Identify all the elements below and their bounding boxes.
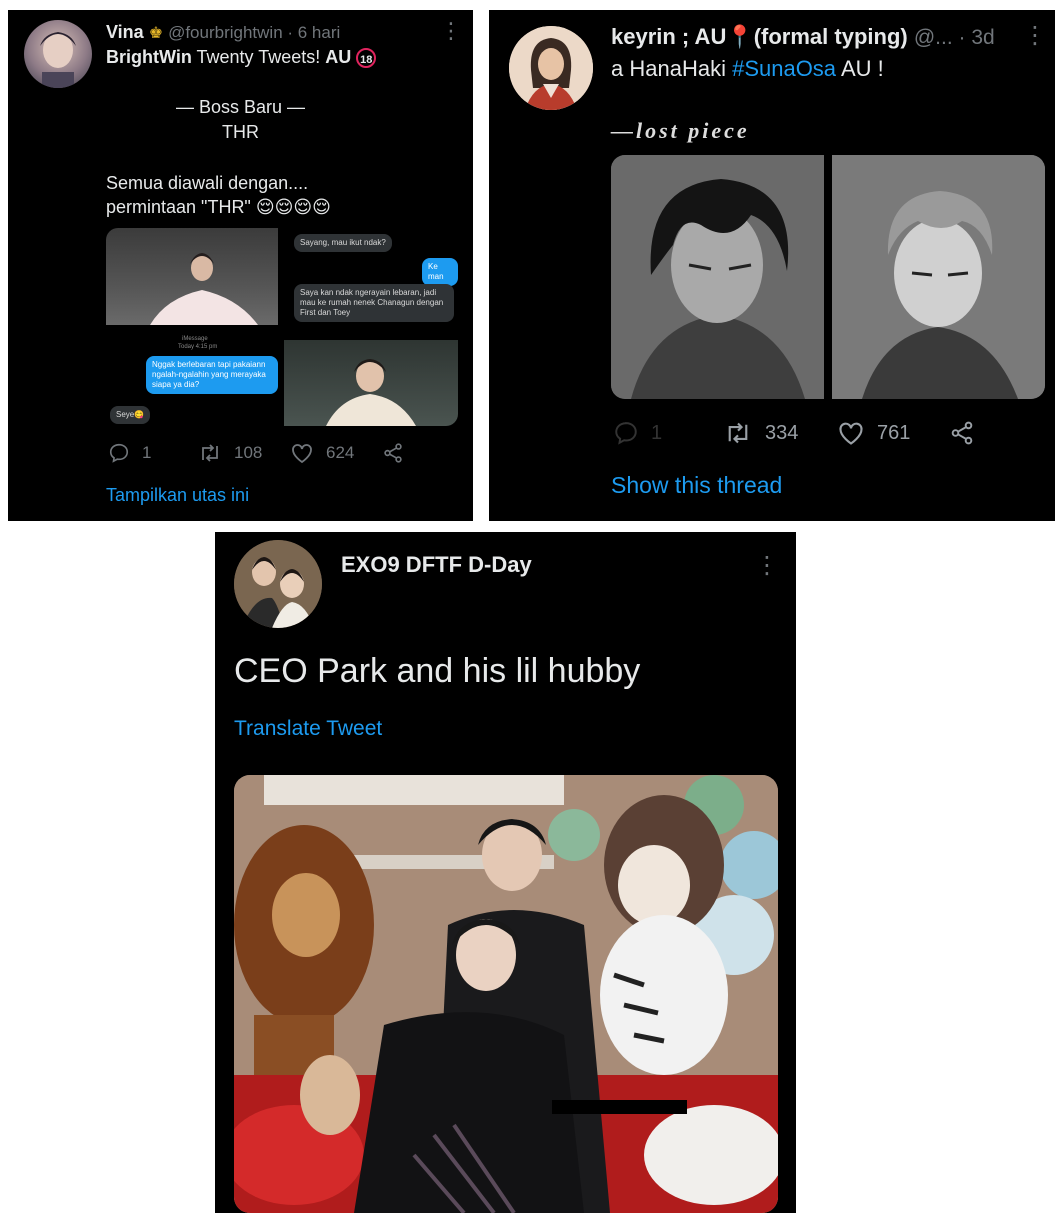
reply-icon [109, 443, 129, 463]
title-au: AU [325, 47, 352, 67]
body-line-2: THR [222, 122, 259, 142]
show-thread-link[interactable]: Show this thread [611, 472, 782, 499]
show-thread-link[interactable]: Tampilkan utas ini [106, 485, 249, 506]
body-line-4: permintaan "THR" 😌😌😌😌 [106, 197, 331, 217]
hashtag-link[interactable]: #SunaOsa [732, 56, 836, 81]
media-photo-1 [106, 228, 278, 325]
tweet-media[interactable] [611, 155, 1045, 399]
retweet-button[interactable]: 108 [198, 442, 262, 464]
avatar-illustration [509, 26, 593, 110]
anime-character-1 [611, 155, 824, 399]
like-button[interactable]: 761 [837, 420, 910, 446]
user-name[interactable]: keyrin ; AU📍(formal typing) [611, 24, 908, 49]
more-options-icon[interactable]: ⋮ [440, 20, 462, 42]
retweet-count: 334 [765, 421, 799, 444]
imessage-label: iMessage [182, 336, 208, 342]
handle-time: @... · 3d [913, 26, 995, 49]
media-image-left [611, 155, 824, 399]
reply-count: 1 [142, 443, 152, 462]
retweet-button[interactable]: 334 [723, 420, 798, 446]
chat-bubble-5: Seye😋 [110, 406, 151, 424]
avatar[interactable] [509, 26, 593, 110]
anime-character-2 [832, 155, 1045, 399]
user-name-line: keyrin ; AU📍(formal typing) @... · 3d [611, 24, 995, 50]
tweet-body: a HanaHaki #SunaOsa AU ! [611, 56, 884, 82]
share-icon [384, 443, 402, 463]
photo-person-1 [150, 253, 258, 325]
avatar[interactable] [234, 540, 322, 628]
retweet-count: 108 [234, 443, 263, 462]
like-button[interactable]: 624 [290, 442, 354, 464]
tweet-media[interactable]: Sayang, mau ikut ndak? Ke man Saya kan n… [106, 228, 458, 426]
retweet-icon [202, 444, 218, 462]
body-post: AU ! [836, 56, 884, 81]
image-caption: —lost piece [611, 118, 750, 143]
title-rest: Twenty Tweets! [191, 47, 326, 67]
avatar[interactable] [24, 20, 92, 88]
heart-icon [292, 444, 312, 464]
reply-button[interactable]: 1 [108, 442, 151, 464]
media-image-right [832, 155, 1045, 399]
body-line-3: Semua diawali dengan.... [106, 173, 309, 193]
chat-bubble-1: Sayang, mau ikut ndak? [294, 234, 392, 252]
reply-count: 1 [651, 421, 663, 444]
share-button[interactable] [949, 420, 975, 446]
tweet-card-vina: Vina ♚ @fourbrightwin · 6 hari ⋮ BrightW… [8, 10, 473, 521]
chat-bubble-4: Nggak berlebaran tapi pakaiann ngalah-ng… [146, 356, 278, 394]
imessage-time: Today 4:15 pm [178, 344, 218, 350]
retweet-icon [728, 422, 748, 444]
user-name[interactable]: EXO9 DFTF D-Day [341, 552, 532, 578]
tweet-card-keyrin: keyrin ; AU📍(formal typing) @... · 3d ⋮ … [489, 10, 1055, 521]
like-count: 761 [877, 421, 911, 444]
more-options-icon[interactable]: ⋮ [1023, 24, 1047, 48]
tweet-title: BrightWin Twenty Tweets! AU 18 [106, 47, 377, 69]
body-pre: a HanaHaki [611, 56, 733, 81]
age-restriction-icon: 18 [356, 48, 377, 69]
handle-time: @fourbrightwin · 6 hari [168, 23, 341, 42]
body-line-1: — Boss Baru — [175, 97, 306, 117]
tweet-card-exo9: EXO9 DFTF D-Day ⋮ CEO Park and his lil h… [215, 532, 796, 1213]
more-options-icon[interactable]: ⋮ [755, 554, 779, 578]
avatar-photo [234, 540, 322, 628]
photo-person-2 [326, 359, 416, 426]
avatar-portrait [40, 32, 76, 88]
chat-bubble-3: Saya kan ndak ngerayain lebaran, jadi ma… [294, 284, 454, 322]
tweet-media[interactable] [234, 775, 778, 1213]
heart-icon [839, 422, 863, 445]
photo-two-men-with-plush-animals [234, 775, 778, 1213]
title-bold: BrightWin [106, 47, 192, 67]
translate-tweet-link[interactable]: Translate Tweet [234, 717, 382, 741]
crown-badge-icon: ♚ [148, 25, 164, 42]
share-icon [951, 421, 973, 445]
share-button[interactable] [382, 442, 404, 464]
reply-button[interactable]: 1 [613, 420, 662, 446]
user-name[interactable]: Vina [106, 22, 144, 42]
reply-icon [615, 422, 637, 445]
tweet-body: CEO Park and his lil hubby [234, 652, 641, 690]
like-count: 624 [326, 443, 355, 462]
chat-bubble-2: Ke man [422, 258, 458, 286]
media-photo-2 [284, 340, 458, 426]
user-name-line: Vina ♚ @fourbrightwin · 6 hari [106, 22, 340, 43]
